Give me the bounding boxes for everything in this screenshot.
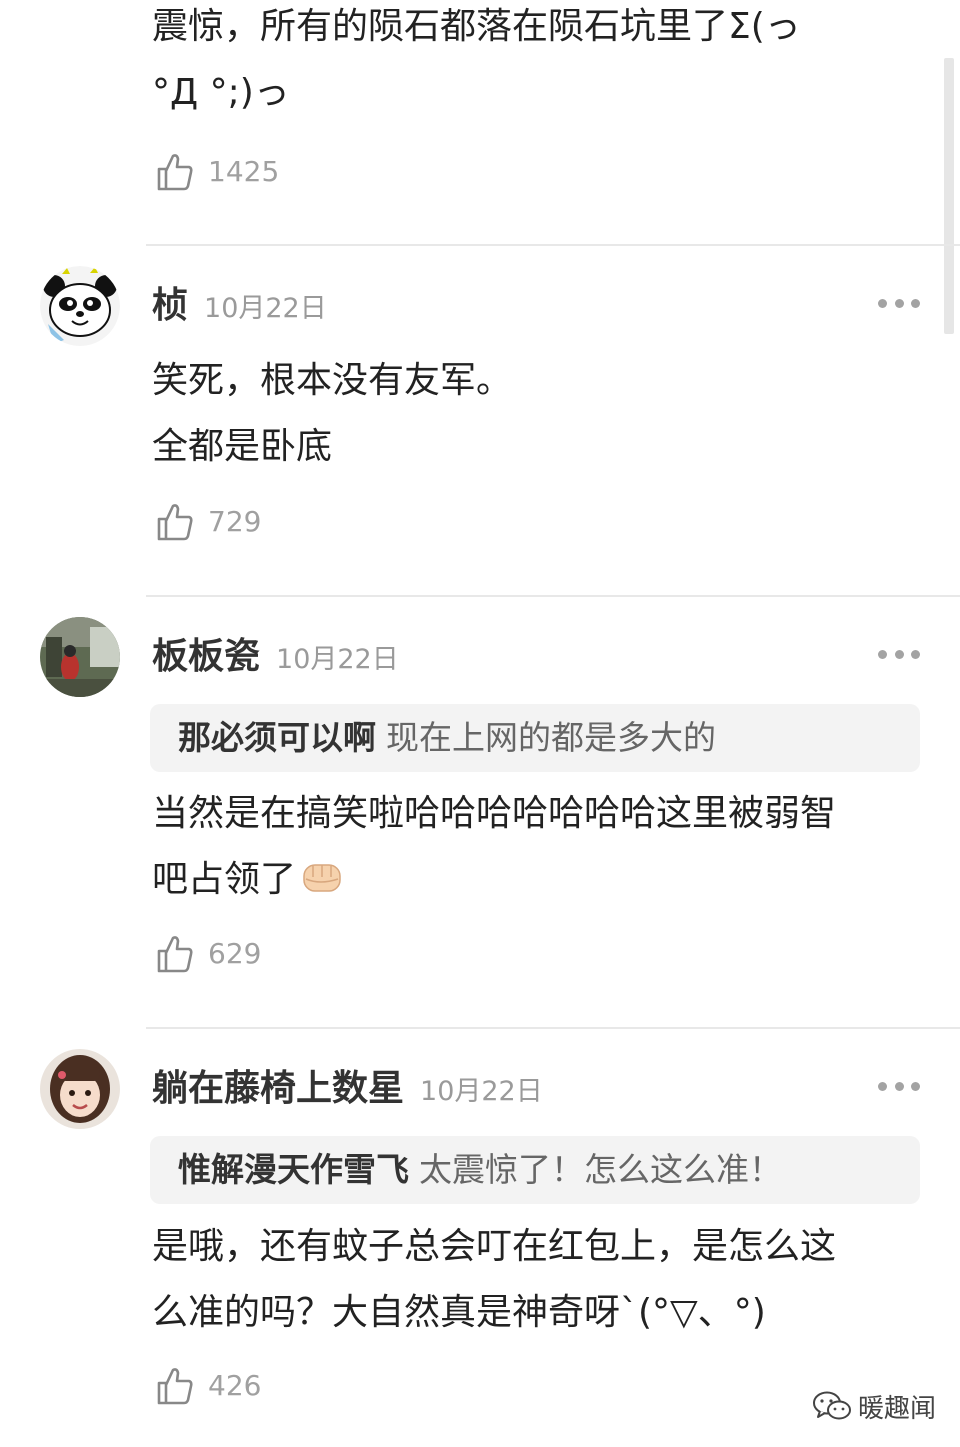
- username[interactable]: 板板瓷: [152, 636, 260, 677]
- reply-text: 太震惊了！怎么这么准！: [419, 1150, 782, 1189]
- dot: [878, 298, 887, 308]
- like-count: 426: [208, 1369, 262, 1402]
- comment-text: 震惊，所有的陨石都落在陨石坑里了Σ(っ °Д °;)っ: [152, 0, 922, 126]
- comment-header: 桢 10月22日: [152, 284, 327, 331]
- divider: [146, 244, 960, 246]
- comment-text-line: 笑死，根本没有友军。: [152, 360, 513, 401]
- watermark: 暖趣闻: [812, 1386, 936, 1426]
- comment-text: 当然是在搞笑啦哈哈哈哈哈哈哈这里被弱智 吧占领了: [152, 781, 922, 913]
- comment-text-line: 吧占领了: [152, 859, 297, 900]
- comment-text-line: 震惊，所有的陨石都落在陨石坑里了Σ(っ: [152, 6, 801, 47]
- comment-text-line: °Д °;)っ: [152, 72, 290, 113]
- dot: [878, 649, 887, 659]
- thumbs-up-icon: [157, 154, 193, 191]
- like-button[interactable]: 1425: [156, 150, 279, 194]
- divider: [146, 595, 960, 597]
- like-button[interactable]: 729: [156, 500, 261, 544]
- quoted-reply[interactable]: 那必须可以啊 现在上网的都是多大的: [150, 704, 920, 772]
- username[interactable]: 桢: [152, 285, 188, 326]
- wechat-icon: [813, 1391, 851, 1420]
- comment-text-line: 是哦，还有蚊子总会叮在红包上，是怎么这: [152, 1226, 837, 1267]
- divider: [146, 1027, 960, 1029]
- like-button[interactable]: 629: [156, 932, 261, 976]
- like-count: 629: [208, 937, 262, 970]
- more-options-button[interactable]: [878, 1076, 920, 1096]
- thumbs-up-icon: [157, 936, 193, 973]
- comment-text-line: 么准的吗？大自然真是神奇呀`(°▽、°): [152, 1292, 766, 1333]
- comment-date: 10月22日: [204, 293, 327, 324]
- comment-text-line: 当然是在搞笑啦哈哈哈哈哈哈哈这里被弱智: [152, 793, 837, 834]
- comment-header: 板板瓷 10月22日: [152, 635, 399, 682]
- reply-username[interactable]: 惟解漫天作雪飞: [178, 1150, 409, 1189]
- avatar[interactable]: [40, 266, 120, 346]
- comment-date: 10月22日: [420, 1076, 543, 1107]
- comment-date: 10月22日: [276, 644, 399, 675]
- avatar[interactable]: [40, 617, 120, 697]
- dot: [894, 649, 904, 659]
- panda-avatar-icon: [40, 266, 120, 346]
- username[interactable]: 躺在藤椅上数星: [152, 1068, 404, 1109]
- comment-header: 躺在藤椅上数星 10月22日: [152, 1067, 543, 1114]
- comment-text: 是哦，还有蚊子总会叮在红包上，是怎么这 么准的吗？大自然真是神奇呀`(°▽、°): [152, 1214, 922, 1346]
- like-count: 1425: [208, 155, 280, 188]
- dot: [894, 1081, 904, 1091]
- avatar[interactable]: [40, 1049, 120, 1129]
- reply-text: 现在上网的都是多大的: [386, 718, 716, 757]
- comment-text-line: 全都是卧底: [152, 426, 333, 467]
- like-button[interactable]: 426: [156, 1364, 261, 1408]
- scrollbar[interactable]: [944, 58, 954, 334]
- reply-username[interactable]: 那必须可以啊: [178, 718, 376, 757]
- dot: [911, 649, 920, 659]
- thumbs-up-icon: [157, 1368, 193, 1405]
- dot: [911, 298, 920, 308]
- dot: [894, 298, 904, 308]
- photo-avatar-icon: [40, 617, 120, 697]
- thumbs-up-icon: [157, 504, 193, 541]
- comment-text-line-with-emoji: 吧占领了: [152, 847, 922, 913]
- quoted-reply[interactable]: 惟解漫天作雪飞 太震惊了！怎么这么准！: [150, 1136, 920, 1204]
- dot: [911, 1081, 920, 1091]
- more-options-button[interactable]: [878, 293, 920, 313]
- watermark-text: 暖趣闻: [858, 1393, 937, 1424]
- fist-emoji-icon: [303, 864, 341, 892]
- comment-text: 笑死，根本没有友军。 全都是卧底: [152, 348, 922, 480]
- girl-avatar-icon: [40, 1049, 120, 1129]
- like-count: 729: [208, 505, 262, 538]
- dot: [878, 1081, 887, 1091]
- more-options-button[interactable]: [878, 644, 920, 664]
